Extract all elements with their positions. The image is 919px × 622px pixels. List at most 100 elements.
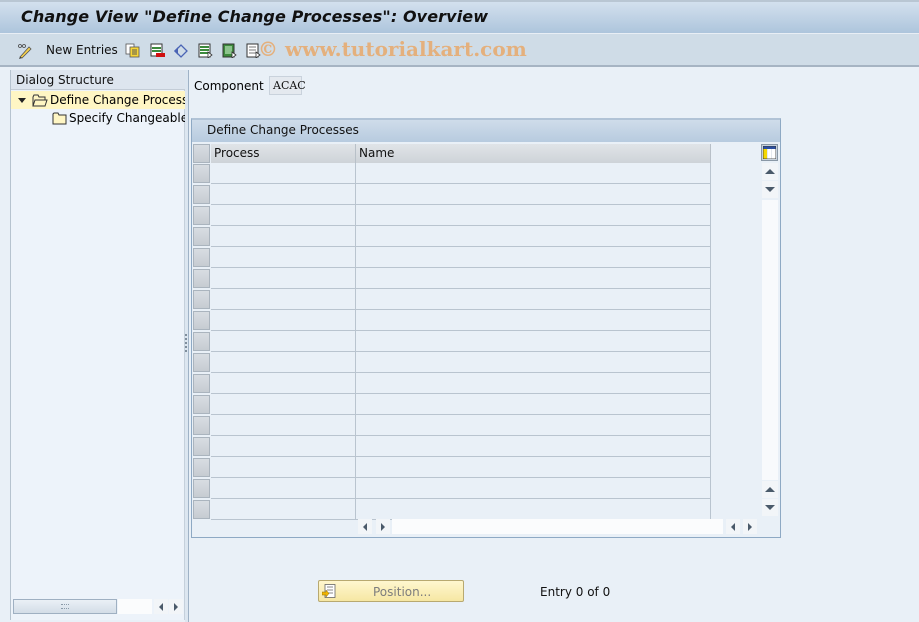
table-row[interactable] xyxy=(211,184,711,205)
table-row[interactable] xyxy=(211,163,711,184)
horizontal-scrollbar-track[interactable] xyxy=(392,519,723,534)
tree-item-label: Define Change Processes xyxy=(50,93,185,107)
arrow-right-icon xyxy=(174,602,178,611)
select-all-button[interactable] xyxy=(198,41,213,59)
title-bar: Change View "Define Change Processes": O… xyxy=(0,0,919,34)
open-folder-icon xyxy=(32,94,48,107)
splitter-grip-icon xyxy=(185,334,187,352)
scroll-left-button[interactable] xyxy=(358,519,372,534)
scroll-page-up-button[interactable] xyxy=(762,481,778,498)
arrow-up-icon xyxy=(765,169,775,174)
select-all-rows-button[interactable] xyxy=(193,144,210,163)
arrow-up-icon xyxy=(765,487,775,492)
row-selector[interactable] xyxy=(193,416,210,435)
table-row[interactable] xyxy=(211,226,711,247)
row-selector[interactable] xyxy=(193,500,210,519)
row-selector[interactable] xyxy=(193,395,210,414)
position-button-label: Position... xyxy=(373,585,432,599)
scroll-down-button[interactable] xyxy=(762,181,778,198)
select-block-button[interactable] xyxy=(222,41,237,59)
panel-splitter[interactable] xyxy=(185,70,189,622)
row-selector[interactable] xyxy=(193,479,210,498)
table-row[interactable] xyxy=(211,373,711,394)
arrow-down-icon xyxy=(765,505,775,510)
row-selector[interactable] xyxy=(193,332,210,351)
row-selector[interactable] xyxy=(193,248,210,267)
scrollbar-thumb[interactable] xyxy=(13,599,117,614)
table-row[interactable] xyxy=(211,205,711,226)
column-header-name[interactable]: Name xyxy=(356,144,711,163)
table-row[interactable] xyxy=(211,331,711,352)
tree-item-define-change-processes[interactable]: Define Change Processes xyxy=(11,91,185,109)
table-row[interactable] xyxy=(211,478,711,499)
row-selector[interactable] xyxy=(193,290,210,309)
table-row[interactable] xyxy=(211,247,711,268)
undo-change-icon xyxy=(173,43,188,58)
scrollbar-track[interactable] xyxy=(118,599,152,614)
row-selector[interactable] xyxy=(193,311,210,330)
table-row[interactable] xyxy=(211,310,711,331)
dialog-structure-panel: Dialog Structure Define Change Processes… xyxy=(10,70,185,620)
tree-item-label: Specify Changeable Values xyxy=(69,111,185,125)
table-row[interactable] xyxy=(211,289,711,310)
table-row[interactable] xyxy=(211,499,711,520)
copy-as-icon xyxy=(125,43,140,58)
tree-item-specify-changeable-values[interactable]: Specify Changeable Values xyxy=(11,109,185,127)
copy-as-button[interactable] xyxy=(125,41,140,59)
table-title: Define Change Processes xyxy=(192,120,780,142)
select-block-icon xyxy=(222,43,237,59)
page-title: Change View "Define Change Processes": O… xyxy=(21,7,489,26)
scroll-up-button[interactable] xyxy=(762,163,778,180)
define-change-processes-table: Define Change Processes Process Name xyxy=(191,118,781,538)
arrow-down-icon xyxy=(765,187,775,192)
row-selector[interactable] xyxy=(193,206,210,225)
table-row[interactable] xyxy=(211,457,711,478)
table-row[interactable] xyxy=(211,394,711,415)
column-divider xyxy=(710,163,711,519)
tree-horizontal-scrollbar[interactable] xyxy=(12,599,184,614)
arrow-left-icon xyxy=(159,602,163,611)
scroll-right-button[interactable] xyxy=(743,519,757,534)
column-divider xyxy=(355,163,356,519)
row-selector[interactable] xyxy=(193,227,210,246)
row-selector[interactable] xyxy=(193,164,210,183)
watermark-text: © www.tutorialkart.com xyxy=(258,37,527,61)
scroll-left-button[interactable] xyxy=(726,519,740,534)
row-selector[interactable] xyxy=(193,458,210,477)
scroll-right-button[interactable] xyxy=(376,519,390,534)
grip-icon xyxy=(61,604,69,609)
component-label: Component xyxy=(194,79,264,93)
row-selector[interactable] xyxy=(193,437,210,456)
row-selector[interactable] xyxy=(193,353,210,372)
undo-change-button[interactable] xyxy=(173,41,188,59)
application-toolbar: New Entries © www.tutorialkart.com xyxy=(0,34,919,67)
row-selector[interactable] xyxy=(193,269,210,288)
delete-button[interactable] xyxy=(150,41,165,59)
table-row[interactable] xyxy=(211,415,711,436)
table-settings-button[interactable] xyxy=(761,144,778,161)
entry-count: Entry 0 of 0 xyxy=(540,585,611,599)
delete-icon xyxy=(150,43,165,58)
scroll-right-button[interactable] xyxy=(169,599,183,614)
row-selector[interactable] xyxy=(193,374,210,393)
column-header-process[interactable]: Process xyxy=(211,144,356,163)
table-row[interactable] xyxy=(211,436,711,457)
arrow-left-icon xyxy=(363,522,367,531)
select-all-icon xyxy=(198,43,213,59)
expand-arrow-icon[interactable] xyxy=(18,97,26,103)
table-row[interactable] xyxy=(211,268,711,289)
row-selector[interactable] xyxy=(193,185,210,204)
vertical-scrollbar-track[interactable] xyxy=(762,200,778,480)
scroll-left-button[interactable] xyxy=(154,599,168,614)
display-change-button[interactable] xyxy=(17,41,32,59)
position-icon xyxy=(321,584,336,598)
display-change-icon xyxy=(17,43,32,59)
position-button[interactable]: Position... xyxy=(318,580,464,602)
arrow-left-icon xyxy=(731,522,735,531)
new-entries-button[interactable]: New Entries xyxy=(46,41,118,59)
new-entries-label: New Entries xyxy=(46,43,118,57)
table-row[interactable] xyxy=(211,352,711,373)
table-settings-icon xyxy=(762,145,777,160)
component-field: ACAC xyxy=(269,76,306,95)
scroll-page-down-button[interactable] xyxy=(762,499,778,516)
